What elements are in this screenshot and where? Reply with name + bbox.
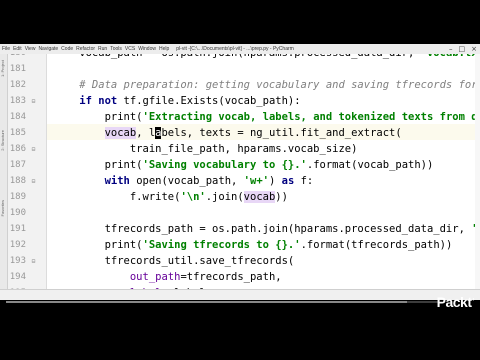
line-number: 187 (9, 160, 26, 170)
fold-marker-icon[interactable]: ⊟ (30, 146, 37, 153)
token-str: 'vocab.txt' (421, 54, 480, 59)
menu-item-vcs[interactable]: VCS (125, 46, 135, 52)
line-number: 191 (9, 224, 26, 234)
tool-window-tab[interactable]: 2: Structure (0, 130, 7, 151)
menu-item-run[interactable]: Run (98, 46, 107, 52)
token: train_file_path, hparams.vocab_size) (54, 143, 358, 155)
token: tfrecords_util.save_tfrecords( (54, 255, 295, 267)
code-line[interactable]: out_path=tfrecords_path, (54, 269, 282, 285)
menu-item-file[interactable]: File (2, 46, 10, 52)
menu-item-help[interactable]: Help (159, 46, 169, 52)
line-number: 184 (9, 112, 26, 122)
token: =tfrecords_path, (180, 271, 282, 283)
line-number: 182 (9, 80, 26, 90)
token-vocabhl: vocab (104, 127, 137, 139)
token-str: 'Saving tfrecords to {}.' (142, 239, 301, 251)
token-kw: with (104, 175, 130, 187)
code-line[interactable]: vocab_path = os.path.join(hparams.proces… (54, 54, 480, 61)
minimize-icon[interactable]: – (449, 45, 453, 53)
code-editor[interactable]: 1: Project2: StructureFavorites 179 # or… (0, 54, 480, 289)
close-icon[interactable]: × (471, 45, 477, 53)
line-number: 194 (9, 272, 26, 282)
menu-item-code[interactable]: Code (61, 46, 73, 52)
token: print( (54, 111, 143, 123)
token: )) (275, 191, 288, 203)
maximize-icon[interactable]: □ (459, 45, 466, 53)
line-number: 193 (9, 256, 26, 266)
window-controls: – □ × (449, 44, 477, 54)
menu-item-tools[interactable]: Tools (110, 46, 122, 52)
tool-window-tab[interactable]: Favorites (0, 200, 7, 216)
token: bels, texts = ng_util.fit_and_extract( (161, 127, 402, 139)
line-number: 186 (9, 144, 26, 154)
fold-marker-icon[interactable]: ⊟ (30, 98, 37, 105)
menu-item-navigate[interactable]: Navigate (38, 46, 58, 52)
code-line[interactable]: print('Extracting vocab, labels, and tok… (54, 109, 480, 125)
tool-window-tab[interactable]: 1: Project (0, 60, 7, 77)
code-line[interactable]: tfrecords_path = os.path.join(hparams.pr… (54, 221, 480, 237)
line-number: 189 (9, 192, 26, 202)
token: ) (268, 175, 282, 187)
token-str: 'Extracting vocab, labels, and tokenized… (142, 111, 480, 123)
token: tfrecords_path = os.path.join(hparams.pr… (54, 223, 472, 235)
fold-marker-icon[interactable]: ⊟ (30, 178, 37, 185)
menu-item-view[interactable]: View (25, 46, 36, 52)
menu-item-edit[interactable]: Edit (13, 46, 22, 52)
line-number: 180 (8, 54, 26, 61)
line-number: 183 (9, 96, 26, 106)
token-str: '\n' (180, 191, 206, 203)
menu-item-refactor[interactable]: Refactor (76, 46, 95, 52)
token: .format(tfrecords_path)) (300, 239, 453, 251)
token: .join( (205, 191, 244, 203)
token: open(vocab_path, (129, 175, 244, 187)
code-line[interactable]: if not tf.gfile.Exists(vocab_path): (54, 93, 301, 109)
token-cm: # Data preparation: getting vocabulary a… (54, 79, 480, 91)
video-progress-track[interactable] (6, 301, 442, 303)
packt-logo: Packt› (436, 294, 475, 310)
status-bar (0, 289, 480, 300)
line-number: 188 (9, 176, 26, 186)
line-number: 181 (9, 64, 26, 74)
code-line[interactable]: vocab, labels, texts = ng_util.fit_and_e… (54, 125, 402, 141)
token: f.write( (54, 191, 181, 203)
menu-item-window[interactable]: Window (138, 46, 156, 52)
token-kw: as (281, 175, 295, 187)
line-number: 185 (9, 128, 26, 138)
token: print( (54, 239, 143, 251)
token: tf.gfile.Exists(vocab_path): (117, 95, 301, 107)
code-line[interactable]: print('Saving vocabulary to {}.'.format(… (54, 157, 434, 173)
window-title: pl-vit -[C:\...\Documents\pl-vit] - ...\… (176, 46, 294, 52)
menu-bar: File Edit View Navigate Code Refactor Run Tools… (2, 46, 172, 52)
code-line[interactable]: train_file_path, hparams.vocab_size) (54, 141, 358, 157)
code-line[interactable]: # Data preparation: getting vocabulary a… (54, 77, 480, 93)
code-line[interactable]: tfrecords_util.save_tfrecords( (54, 253, 295, 269)
token-kwarg: out_path (129, 271, 181, 283)
token: vocab_path = os.path.join(hparams.proces… (54, 54, 421, 59)
token: f: (294, 175, 314, 187)
token-kw: if not (79, 95, 118, 107)
tool-window-strip: 1: Project 2: Structure Favorites (0, 54, 8, 289)
token: , l (136, 127, 156, 139)
token: print( (54, 159, 143, 171)
code-line[interactable]: print('Saving tfrecords to {}.'.format(t… (54, 237, 453, 253)
vertical-scrollbar[interactable] (475, 54, 480, 289)
token-vocabhl: vocab (243, 191, 276, 203)
video-progress-fill (6, 301, 408, 303)
code-line[interactable]: f.write('\n'.join(vocab)) (54, 189, 288, 205)
line-number: 190 (9, 208, 26, 218)
window-title-bar: File Edit View Navigate Code Refactor Run Tools… (0, 44, 480, 54)
token-str: 'Saving vocabulary to {}.' (142, 159, 307, 171)
line-number: 192 (9, 240, 26, 250)
token-str: 'w+' (243, 175, 269, 187)
code-line[interactable]: with open(vocab_path, 'w+') as f: (54, 173, 314, 189)
token: .format(vocab_path)) (306, 159, 434, 171)
fold-marker-icon[interactable]: ⊟ (30, 258, 37, 265)
